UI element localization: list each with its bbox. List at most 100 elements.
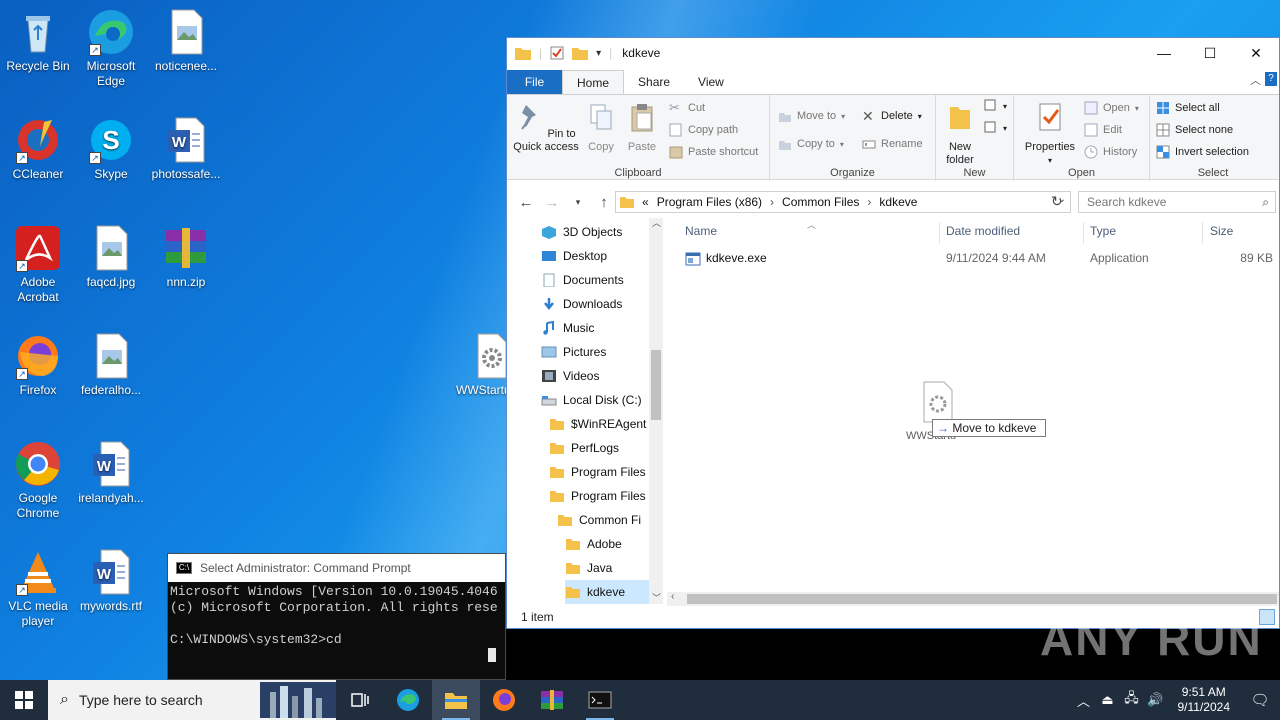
column-name[interactable]: Name xyxy=(685,224,717,244)
desktop-icon-noticenee[interactable]: noticenee... xyxy=(148,8,224,74)
breadcrumb-item[interactable]: kdkeve xyxy=(879,195,917,209)
search-input[interactable]: Search kdkeve ⌕ xyxy=(1078,191,1276,213)
desktop-icon-faqcd[interactable]: faqcd.jpg xyxy=(73,224,149,290)
easy-access-button[interactable]: ▾ xyxy=(984,121,1007,135)
usb-device-icon[interactable]: ⏏ xyxy=(1096,692,1120,708)
minimize-button[interactable]: — xyxy=(1141,38,1187,68)
desktop-icon-firefox[interactable]: ↗ Firefox xyxy=(0,332,76,398)
taskbar-winrar[interactable] xyxy=(528,680,576,720)
column-date-modified[interactable]: Date modified xyxy=(946,224,1020,244)
up-button[interactable]: ↑ xyxy=(591,194,617,211)
desktop-icon-photossafe[interactable]: W photossafe... xyxy=(148,116,224,182)
rename-button[interactable]: Rename xyxy=(862,137,923,151)
cut-button[interactable]: ✂ Cut xyxy=(669,101,705,115)
desktop-icon-wwstartup[interactable]: WWStartu xyxy=(448,332,506,398)
forward-button[interactable]: → xyxy=(539,194,565,211)
taskbar-edge[interactable] xyxy=(384,680,432,720)
properties-icon[interactable] xyxy=(550,46,564,60)
nav-item[interactable]: Local Disk (C:) xyxy=(541,388,663,412)
task-view-button[interactable] xyxy=(336,680,384,720)
new-folder-icon[interactable] xyxy=(572,46,589,60)
pin-quick-access-button[interactable]: Pin to Quick access xyxy=(511,101,581,154)
properties-button[interactable]: Properties ▾ xyxy=(1020,101,1080,167)
clock[interactable]: 9:51 AM 9/11/2024 xyxy=(1168,685,1241,715)
nav-item[interactable]: Pictures xyxy=(541,340,663,364)
maximize-button[interactable]: ☐ xyxy=(1187,38,1233,68)
horizontal-scrollbar-thumb[interactable] xyxy=(687,594,1277,604)
file-row[interactable]: kdkeve.exe 9/11/2024 9:44 AM Application… xyxy=(681,250,1273,272)
desktop-icon-acrobat[interactable]: ↗ Adobe Acrobat xyxy=(0,224,76,305)
nav-item[interactable]: PerfLogs xyxy=(549,436,663,460)
nav-item[interactable]: Documents xyxy=(541,268,663,292)
nav-item[interactable]: Videos xyxy=(541,364,663,388)
command-prompt-window[interactable]: C:\ Select Administrator: Command Prompt… xyxy=(167,553,506,680)
customize-toolbar-icon[interactable]: ▾ xyxy=(596,48,601,59)
nav-item[interactable]: Program Files xyxy=(549,484,663,508)
paste-button[interactable]: Paste xyxy=(624,101,660,154)
volume-icon[interactable]: 🔊 xyxy=(1144,692,1168,708)
notifications-icon[interactable]: 🗨 xyxy=(1240,691,1280,709)
nav-item[interactable]: Music xyxy=(541,316,663,340)
desktop-icon-chrome[interactable]: Google Chrome xyxy=(0,440,76,521)
taskbar-file-explorer[interactable] xyxy=(432,680,480,720)
breadcrumb-chevron-icon[interactable]: › xyxy=(770,195,774,209)
nav-item[interactable]: 3D Objects xyxy=(541,220,663,244)
tab-view[interactable]: View xyxy=(684,70,738,94)
paste-shortcut-button[interactable]: Paste shortcut xyxy=(669,145,758,159)
start-button[interactable] xyxy=(0,680,48,720)
breadcrumb-overflow[interactable]: « xyxy=(642,195,649,209)
recent-locations-button[interactable]: ▾ xyxy=(565,197,591,208)
move-to-button[interactable]: Move to ▾ xyxy=(778,109,845,123)
nav-item[interactable]: Downloads xyxy=(541,292,663,316)
horizontal-scrollbar[interactable]: ‹ xyxy=(667,591,1279,606)
open-button[interactable]: Open ▾ xyxy=(1084,101,1139,115)
copy-button[interactable]: Copy xyxy=(583,101,619,154)
desktop-icon-vlc[interactable]: ↗ VLC media player xyxy=(0,548,76,629)
tab-share[interactable]: Share xyxy=(624,70,684,94)
nav-item[interactable]: $WinREAgent xyxy=(549,412,663,436)
desktop-icon-nnn-zip[interactable]: nnn.zip xyxy=(148,224,224,290)
taskbar-search-box[interactable]: ⌕ Type here to search xyxy=(48,680,336,720)
help-icon[interactable]: ? xyxy=(1265,72,1277,86)
select-none-button[interactable]: Select none xyxy=(1156,123,1233,137)
tab-home[interactable]: Home xyxy=(562,70,625,94)
refresh-icon[interactable]: ↻ xyxy=(1051,193,1063,210)
back-button[interactable]: ← xyxy=(513,194,539,211)
nav-scrollbar-thumb[interactable] xyxy=(651,350,661,420)
nav-item[interactable]: Desktop xyxy=(541,244,663,268)
show-hidden-icons-icon[interactable]: ︿ xyxy=(1072,691,1096,710)
taskbar-firefox[interactable] xyxy=(480,680,528,720)
desktop-icon-skype[interactable]: S ↗ Skype xyxy=(73,116,149,182)
nav-item[interactable]: Program Files xyxy=(549,460,663,484)
breadcrumb-chevron-icon[interactable]: › xyxy=(867,195,871,209)
select-all-button[interactable]: Select all xyxy=(1156,101,1220,115)
copy-to-button[interactable]: Copy to ▾ xyxy=(778,137,844,151)
desktop-icon-federalho[interactable]: federalho... xyxy=(73,332,149,398)
copy-path-button[interactable]: Copy path xyxy=(669,123,738,137)
taskbar-command-prompt[interactable] xyxy=(576,680,624,720)
desktop-icon-irelandyah[interactable]: W irelandyah... xyxy=(73,440,149,506)
new-item-button[interactable]: ▾ xyxy=(984,99,1007,113)
history-button[interactable]: History xyxy=(1084,145,1137,159)
desktop-icon-ccleaner[interactable]: ↗ CCleaner xyxy=(0,116,76,182)
delete-button[interactable]: ✕ Delete ▾ xyxy=(862,109,922,123)
edit-button[interactable]: Edit xyxy=(1084,123,1122,137)
docs-icon xyxy=(543,273,555,287)
address-bar[interactable]: « Program Files (x86) › Common Files › k… xyxy=(615,191,1071,213)
desktop-icon-recycle-bin[interactable]: Recycle Bin xyxy=(0,8,76,74)
breadcrumb-item[interactable]: Program Files (x86) xyxy=(657,195,762,209)
column-size[interactable]: Size xyxy=(1210,224,1233,244)
breadcrumb-item[interactable]: Common Files xyxy=(782,195,859,209)
desktop-icon-edge[interactable]: ↗ Microsoft Edge xyxy=(73,8,149,89)
invert-selection-button[interactable]: Invert selection xyxy=(1156,145,1249,159)
network-icon[interactable]: 🖧 xyxy=(1120,689,1144,711)
collapse-ribbon-icon[interactable]: ︿ xyxy=(1250,72,1261,88)
column-type[interactable]: Type xyxy=(1090,224,1116,244)
nav-item[interactable]: Common Fi xyxy=(557,508,663,532)
tab-file[interactable]: File xyxy=(507,70,562,94)
desktop-icon-mywords[interactable]: W mywords.rtf xyxy=(73,548,149,614)
cmd-output[interactable]: Microsoft Windows [Version 10.0.19045.40… xyxy=(168,582,505,650)
nav-scrollbar[interactable]: ︿ ﹀ xyxy=(649,218,663,604)
new-folder-button[interactable]: New folder xyxy=(940,101,980,167)
close-button[interactable]: ✕ xyxy=(1233,38,1279,68)
